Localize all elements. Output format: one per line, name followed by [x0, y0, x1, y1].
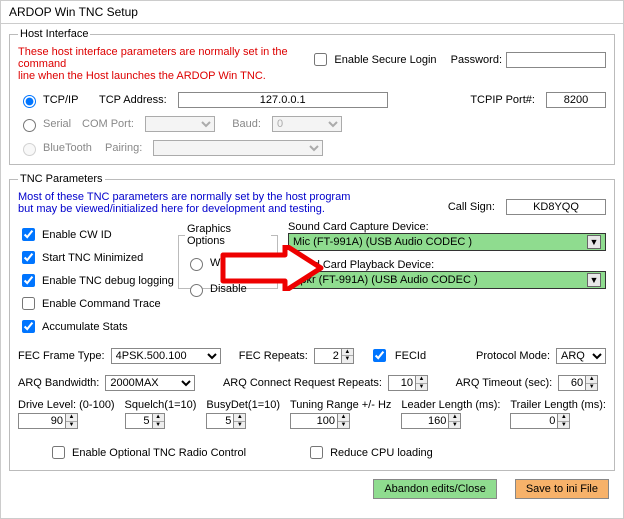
gfx-waterfall-label: Waterfall	[210, 257, 253, 269]
protocol-mode-select[interactable]: ARQ	[556, 348, 606, 364]
arq-bw-select[interactable]: 2000MAX	[105, 375, 195, 391]
enable-secure-login-label: Enable Secure Login	[334, 54, 436, 66]
fec-frame-label: FEC Frame Type:	[18, 350, 105, 362]
radio-control-checkbox[interactable]	[52, 446, 65, 459]
host-legend: Host Interface	[18, 28, 90, 40]
host-interface-group: Host Interface These host interface para…	[9, 28, 615, 165]
tnc-legend: TNC Parameters	[18, 173, 105, 185]
busydet-spin[interactable]: ▲▼	[206, 413, 246, 429]
capture-device-select[interactable]: Mic (FT-991A) (USB Audio CODEC ) ▼	[288, 233, 606, 251]
baud-select: 0	[272, 116, 342, 132]
trailer-spin[interactable]: ▲▼	[510, 413, 570, 429]
com-port-select	[145, 116, 215, 132]
drive-label: Drive Level: (0-100)	[18, 399, 115, 411]
tnc-parameters-group: TNC Parameters Most of these TNC paramet…	[9, 173, 615, 471]
playback-device-select[interactable]: Spkr (FT-991A) (USB Audio CODEC ) ▼	[288, 271, 606, 289]
reduce-cpu-label: Reduce CPU loading	[330, 447, 433, 459]
capture-device-label: Sound Card Capture Device:	[288, 221, 429, 233]
tuning-spin[interactable]: ▲▼	[290, 413, 350, 429]
chevron-down-icon: ▼	[587, 235, 601, 249]
serial-radio[interactable]	[23, 119, 36, 132]
playback-device-label: Sound Card Playback Device:	[288, 259, 434, 271]
host-note: These host interface parameters are norm…	[18, 46, 310, 82]
tcpip-port-label: TCPIP Port#:	[470, 94, 535, 106]
start-min-label: Start TNC Minimized	[42, 252, 143, 264]
tcp-address-label: TCP Address:	[99, 94, 167, 106]
bluetooth-radio	[23, 143, 36, 156]
abandon-button[interactable]: Abandon edits/Close	[373, 479, 497, 499]
call-sign-input[interactable]	[506, 199, 606, 215]
fecid-label: FECId	[395, 350, 426, 362]
com-port-label: COM Port:	[82, 118, 134, 130]
tuning-label: Tuning Range +/- Hz	[290, 399, 391, 411]
accum-stats-label: Accumulate Stats	[42, 321, 128, 333]
playback-device-value: Spkr (FT-991A) (USB Audio CODEC )	[293, 274, 478, 286]
leader-label: Leader Length (ms):	[401, 399, 500, 411]
tcpip-port-input[interactable]	[546, 92, 606, 108]
gfx-disable-label: Disable	[210, 283, 247, 295]
drive-spin[interactable]: ▲▼	[18, 413, 78, 429]
fec-repeats-label: FEC Repeats:	[239, 350, 308, 362]
radio-control-label: Enable Optional TNC Radio Control	[72, 447, 246, 459]
password-label: Password:	[451, 54, 502, 66]
bluetooth-label: BlueTooth	[43, 142, 101, 154]
capture-device-value: Mic (FT-991A) (USB Audio CODEC )	[293, 236, 472, 248]
tnc-note: Most of these TNC parameters are normall…	[18, 191, 350, 215]
baud-label: Baud:	[232, 118, 261, 130]
debug-log-checkbox[interactable]	[22, 274, 35, 287]
arq-timeout-spin[interactable]: ▲▼	[558, 375, 598, 391]
arq-bw-label: ARQ Bandwidth:	[18, 377, 99, 389]
arq-conn-req-label: ARQ Connect Request Repeats:	[223, 377, 382, 389]
accum-stats-checkbox[interactable]	[22, 320, 35, 333]
arq-timeout-label: ARQ Timeout (sec):	[456, 377, 553, 389]
save-button[interactable]: Save to ini File	[515, 479, 609, 499]
gfx-waterfall-radio[interactable]	[190, 258, 203, 271]
chevron-down-icon: ▼	[587, 273, 601, 287]
squelch-spin[interactable]: ▲▼	[125, 413, 165, 429]
start-min-checkbox[interactable]	[22, 251, 35, 264]
enable-cwid-label: Enable CW ID	[42, 229, 112, 241]
protocol-mode-label: Protocol Mode:	[476, 350, 550, 362]
window-title: ARDOP Win TNC Setup	[1, 1, 623, 24]
tcpip-label: TCP/IP	[43, 94, 95, 106]
fec-repeats-spin[interactable]: ▲▼	[314, 348, 354, 364]
password-input[interactable]	[506, 52, 606, 68]
fecid-checkbox[interactable]	[373, 349, 386, 362]
cmd-trace-label: Enable Command Trace	[42, 298, 161, 310]
enable-cwid-checkbox[interactable]	[22, 228, 35, 241]
graphics-legend: Graphics Options	[185, 223, 271, 247]
squelch-label: Squelch(1=10)	[125, 399, 197, 411]
debug-log-label: Enable TNC debug logging	[42, 275, 174, 287]
reduce-cpu-checkbox[interactable]	[310, 446, 323, 459]
pairing-label: Pairing:	[105, 142, 142, 154]
graphics-options-group: Graphics Options Waterfall Disable	[178, 223, 278, 289]
call-sign-label: Call Sign:	[448, 201, 495, 213]
fec-frame-select[interactable]: 4PSK.500.100	[111, 348, 221, 364]
tcpip-radio[interactable]	[23, 95, 36, 108]
cmd-trace-checkbox[interactable]	[22, 297, 35, 310]
pairing-select	[153, 140, 323, 156]
serial-label: Serial	[43, 118, 78, 130]
arq-conn-req-spin[interactable]: ▲▼	[388, 375, 428, 391]
enable-secure-login-checkbox[interactable]	[314, 53, 327, 66]
trailer-label: Trailer Length (ms):	[510, 399, 606, 411]
tcp-address-input[interactable]	[178, 92, 388, 108]
leader-spin[interactable]: ▲▼	[401, 413, 461, 429]
gfx-disable-radio[interactable]	[190, 284, 203, 297]
busydet-label: BusyDet(1=10)	[206, 399, 280, 411]
